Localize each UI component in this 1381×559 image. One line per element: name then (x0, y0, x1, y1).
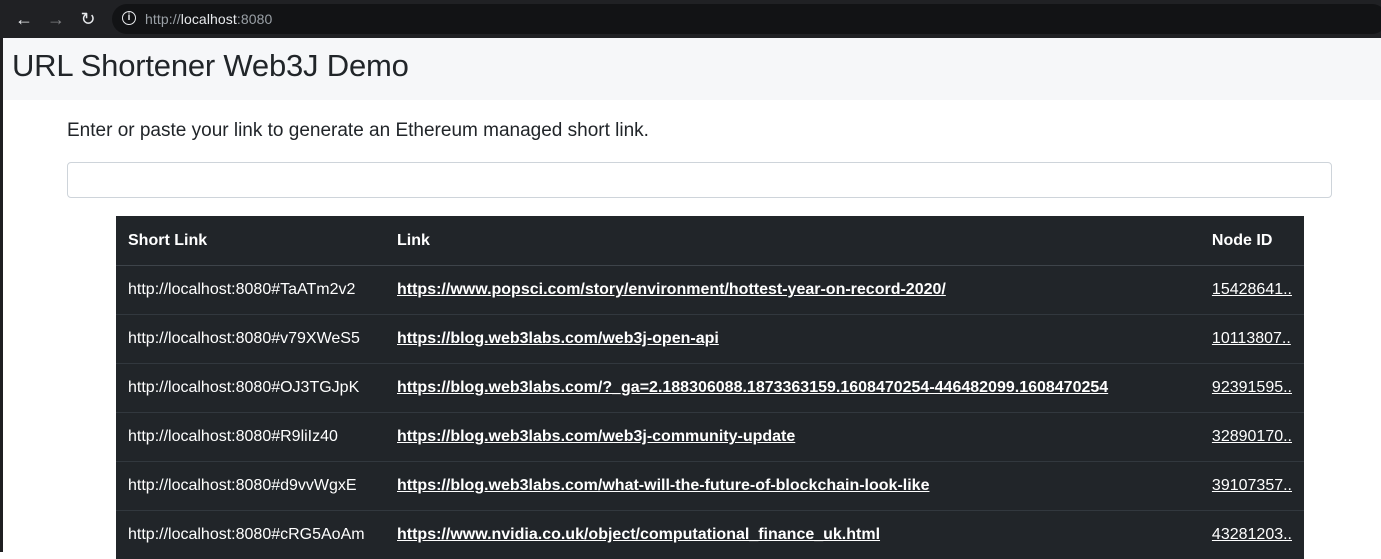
short-link-cell: http://localhost:8080#v79XWeS5 (116, 315, 385, 364)
address-bar[interactable]: i http://localhost:8080 (112, 4, 1381, 34)
header-link: Link (385, 216, 1200, 266)
table-row: http://localhost:8080#v79XWeS5 https://b… (116, 315, 1304, 364)
address-url[interactable]: http://localhost:8080 (145, 11, 272, 27)
reload-icon[interactable]: ↻ (78, 9, 98, 29)
table-row: http://localhost:8080#d9vvWgxE https://b… (116, 462, 1304, 511)
node-id-link[interactable]: 43281203.. (1212, 526, 1292, 543)
browser-toolbar: ← → ↻ i http://localhost:8080 (0, 0, 1381, 38)
header-node-id: Node ID (1200, 216, 1304, 266)
original-link[interactable]: https://blog.web3labs.com/web3j-communit… (397, 428, 795, 445)
table-row: http://localhost:8080#TaATm2v2 https://w… (116, 266, 1304, 315)
table-row: http://localhost:8080#OJ3TGJpK https://b… (116, 364, 1304, 413)
info-icon[interactable]: i (122, 11, 136, 25)
page-title: URL Shortener Web3J Demo (12, 48, 409, 84)
header-short-link: Short Link (116, 216, 385, 266)
back-arrow-icon[interactable]: ← (14, 9, 34, 29)
link-input[interactable] (67, 162, 1332, 198)
node-id-link[interactable]: 39107357.. (1212, 477, 1292, 494)
table-header-row: Short Link Link Node ID (116, 216, 1304, 266)
original-link[interactable]: https://www.nvidia.co.uk/object/computat… (397, 526, 880, 543)
node-id-link[interactable]: 92391595.. (1212, 379, 1292, 396)
original-link[interactable]: https://www.popsci.com/story/environment… (397, 281, 946, 298)
table-row: http://localhost:8080#R9liIz40 https://b… (116, 413, 1304, 462)
original-link[interactable]: https://blog.web3labs.com/web3j-open-api (397, 330, 719, 347)
node-id-link[interactable]: 32890170.. (1212, 428, 1292, 445)
node-id-link[interactable]: 10113807.. (1212, 330, 1291, 347)
original-link[interactable]: https://blog.web3labs.com/what-will-the-… (397, 477, 929, 494)
original-link[interactable]: https://blog.web3labs.com/?_ga=2.1883060… (397, 379, 1108, 396)
node-id-link[interactable]: 15428641.. (1212, 281, 1292, 298)
short-links-table: Short Link Link Node ID http://localhost… (116, 216, 1304, 559)
instruction-text: Enter or paste your link to generate an … (67, 120, 649, 142)
short-link-cell: http://localhost:8080#OJ3TGJpK (116, 364, 385, 413)
app-header: URL Shortener Web3J Demo (3, 38, 1381, 100)
short-link-cell: http://localhost:8080#TaATm2v2 (116, 266, 385, 315)
forward-arrow-icon[interactable]: → (46, 9, 66, 29)
short-link-cell: http://localhost:8080#R9liIz40 (116, 413, 385, 462)
short-link-cell: http://localhost:8080#d9vvWgxE (116, 462, 385, 511)
